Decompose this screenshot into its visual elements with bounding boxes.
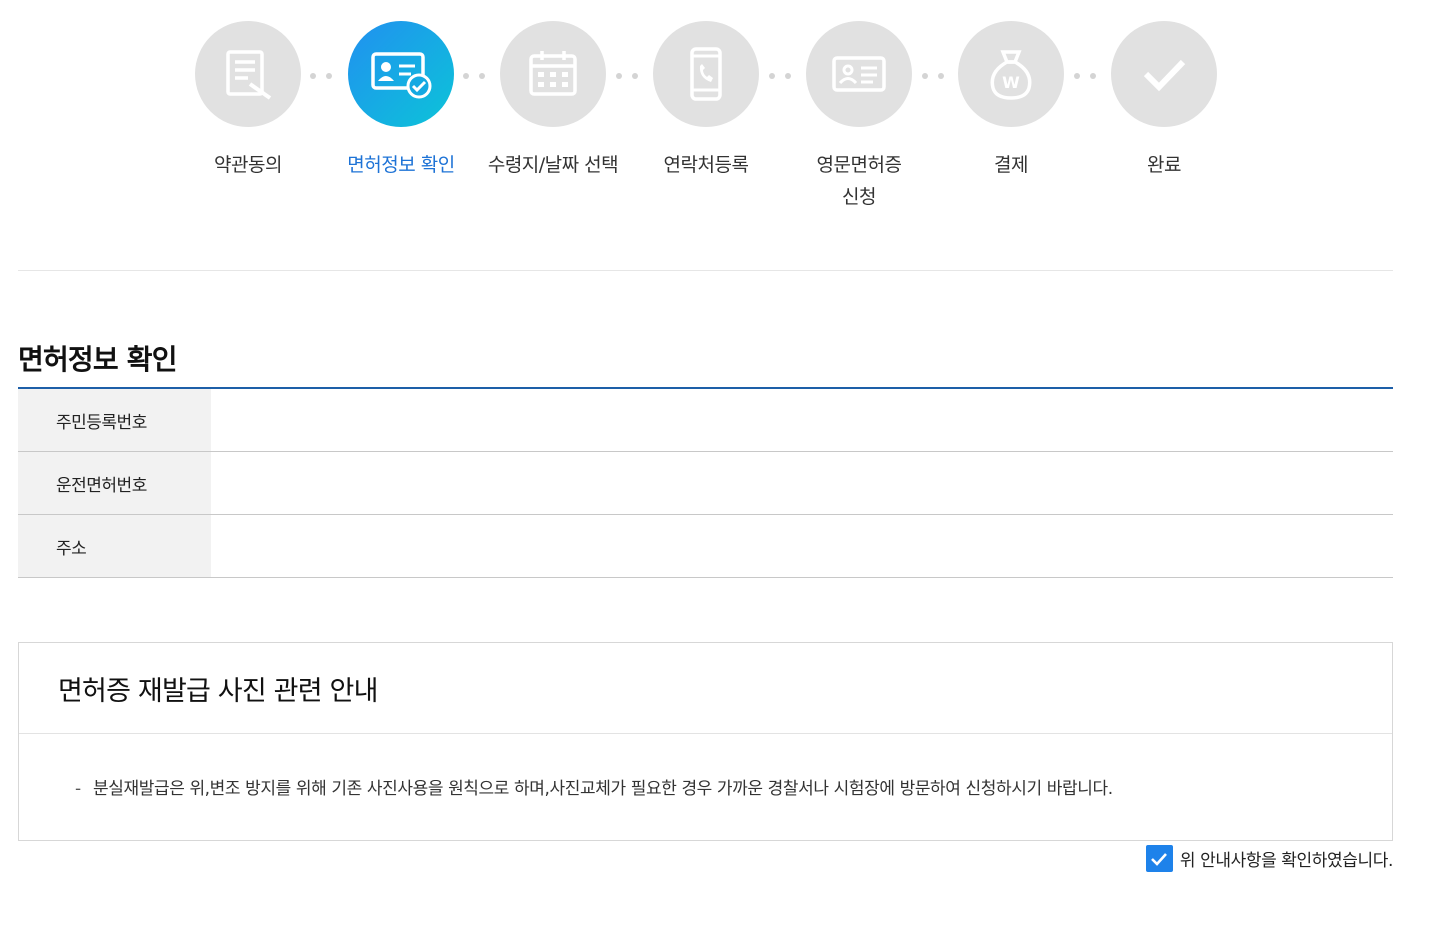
row-value-license-number bbox=[211, 452, 1393, 514]
id-card-check-icon bbox=[371, 52, 432, 99]
notice-title: 면허증 재발급 사진 관련 안내 bbox=[58, 675, 378, 707]
row-label-address: 주소 bbox=[18, 515, 211, 577]
step-label: 결제 bbox=[994, 154, 1028, 176]
step-label: 영문면허증 신청 bbox=[816, 154, 902, 208]
step-license-info: 면허정보 확인 bbox=[321, 21, 481, 181]
confirm-text: 위 안내사항을 확인하였습니다. bbox=[1179, 851, 1394, 871]
table-row: 주소 bbox=[18, 515, 1393, 578]
step-complete: 완료 bbox=[1084, 21, 1244, 181]
notice-text: 분실재발급은 위,변조 방지를 위해 기존 사진사용을 원칙으로 하며,사진교체… bbox=[93, 779, 1113, 799]
license-card-icon bbox=[832, 56, 886, 92]
step-payment: W 결제 bbox=[931, 21, 1091, 181]
confirm-checkbox[interactable] bbox=[1145, 845, 1173, 872]
step-label: 면허정보 확인 bbox=[347, 154, 455, 176]
step-label: 완료 bbox=[1147, 154, 1181, 176]
calendar-icon bbox=[529, 51, 577, 96]
photo-notice-box: 면허증 재발급 사진 관련 안내 - 분실재발급은 위,변조 방지를 위해 기존 … bbox=[18, 642, 1393, 841]
row-label-resident-number: 주민등록번호 bbox=[18, 389, 211, 451]
step-contact: 연락처등록 bbox=[626, 21, 786, 181]
step-terms-agreement: 약관동의 bbox=[168, 21, 328, 181]
checkmark-icon bbox=[1143, 59, 1186, 92]
notice-header: 면허증 재발급 사진 관련 안내 bbox=[19, 643, 1392, 734]
step-label: 약관동의 bbox=[214, 154, 282, 176]
bullet-dash: - bbox=[75, 779, 81, 799]
row-value-address bbox=[211, 515, 1393, 577]
row-label-license-number: 운전면허번호 bbox=[18, 452, 211, 514]
notice-body: - 분실재발급은 위,변조 방지를 위해 기존 사진사용을 원칙으로 하며,사진교… bbox=[19, 734, 1392, 799]
step-circle bbox=[195, 21, 301, 127]
step-circle bbox=[348, 21, 454, 127]
svg-text:W: W bbox=[1002, 73, 1020, 92]
step-english-license: 영문면허증 신청 bbox=[779, 21, 939, 213]
document-sign-icon bbox=[226, 50, 272, 100]
progress-stepper: 약관동의 면허정보 확인 수령지/날짜 선택 연락처등록 영문면허증 신청 W … bbox=[0, 0, 1440, 230]
phone-icon bbox=[690, 47, 722, 101]
step-circle bbox=[500, 21, 606, 127]
confirm-checkbox-label[interactable]: 위 안내사항을 확인하였습니다. bbox=[1145, 845, 1394, 872]
step-location-date: 수령지/날짜 선택 bbox=[473, 21, 633, 181]
step-circle bbox=[806, 21, 912, 127]
step-label: 연락처등록 bbox=[663, 154, 749, 176]
row-value-resident-number bbox=[211, 389, 1393, 451]
step-label: 수령지/날짜 선택 bbox=[487, 154, 619, 176]
step-circle bbox=[653, 21, 759, 127]
money-bag-icon: W bbox=[990, 50, 1032, 100]
license-info-table: 주민등록번호 운전면허번호 주소 bbox=[18, 387, 1393, 578]
section-title: 면허정보 확인 bbox=[18, 343, 178, 376]
checkmark-icon bbox=[1151, 852, 1168, 866]
table-row: 운전면허번호 bbox=[18, 452, 1393, 515]
step-circle: W bbox=[958, 21, 1064, 127]
table-row: 주민등록번호 bbox=[18, 389, 1393, 452]
divider bbox=[18, 270, 1393, 271]
step-circle bbox=[1111, 21, 1217, 127]
